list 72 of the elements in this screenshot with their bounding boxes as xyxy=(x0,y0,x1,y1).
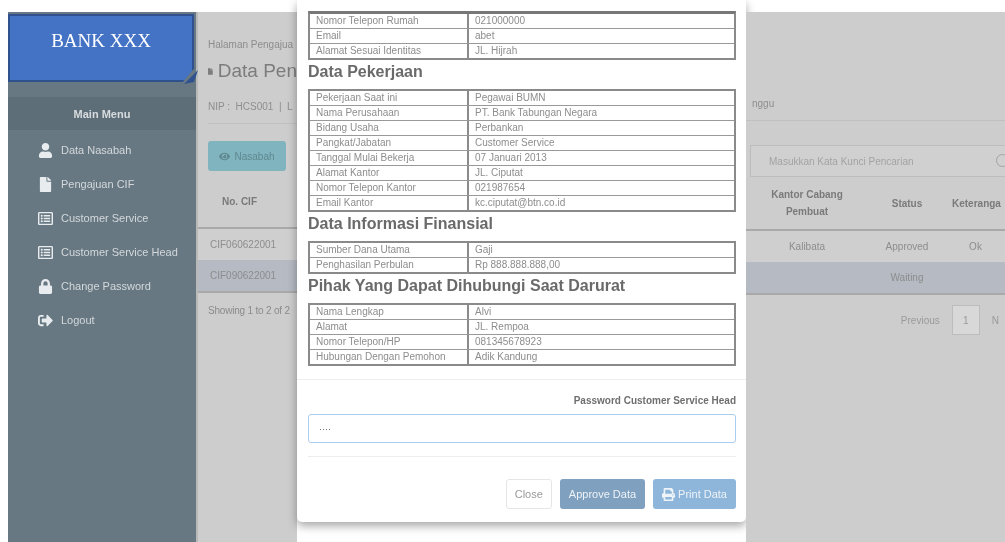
eye-icon xyxy=(219,150,231,162)
table-footer: Showing 1 to 2 of 2 xyxy=(208,305,297,316)
field-label: Password Customer Service Head xyxy=(573,395,736,406)
table-cell: JL. Ciputat xyxy=(467,166,734,180)
sidebar-item[interactable]: Change Password xyxy=(38,276,196,296)
table-cell: 021987654 xyxy=(467,181,734,195)
table-cell-text: Email xyxy=(315,29,342,43)
table-cell-text: Kalibata xyxy=(787,241,827,252)
column-header: Keteranga xyxy=(951,196,1002,211)
breadcrumb: Halaman Pengajua xyxy=(208,39,295,50)
table-cell: 021000000 xyxy=(467,14,734,28)
page-title-text: Data Pen xyxy=(217,60,297,82)
sidebar-item[interactable]: Customer Service xyxy=(38,208,196,228)
list-icon xyxy=(38,210,53,226)
table-cell-text: Nama Lengkap xyxy=(315,305,385,319)
sidebar-title: Main Menu xyxy=(8,97,196,130)
list-icon xyxy=(38,244,53,260)
table-cell-text: Alamat Kantor xyxy=(315,166,381,180)
table-cell: Pegawai BUMN xyxy=(467,91,734,105)
lock-icon xyxy=(38,278,53,294)
table-cell-text: Bidang Usaha xyxy=(315,121,380,135)
table-cell: Customer Service xyxy=(467,136,734,150)
sidebar-item[interactable]: Data Nasabah xyxy=(38,140,196,160)
column-header: No. CIF xyxy=(221,194,258,209)
logout-icon xyxy=(38,312,53,328)
table-cell: Rp 888.888.888,00 xyxy=(467,258,734,272)
table-cell-text: Penghasilan Perbulan xyxy=(315,258,415,272)
approve-button[interactable]: Approve Data xyxy=(559,479,646,509)
printer-icon xyxy=(662,487,676,501)
table-cell-text: Tanggal Mulai Bekerja xyxy=(315,151,416,165)
table-cell: JL. Rempoa xyxy=(467,320,734,334)
bank-logo: BANK XXX xyxy=(8,14,194,82)
user-info: NIP : HCS001 | L xyxy=(208,101,294,112)
table-cell: Gaji xyxy=(467,243,734,257)
sidebar-item[interactable]: Pengajuan CIF xyxy=(38,174,196,194)
section-heading: Data Pekerjaan xyxy=(308,63,424,81)
table-cell-text: Ok xyxy=(968,241,983,252)
column-header: Status xyxy=(890,196,924,211)
close-button[interactable]: Close xyxy=(505,479,552,509)
table-cell: abet xyxy=(467,29,734,43)
section-heading: Pihak Yang Dapat Dihubungi Saat Darurat xyxy=(308,277,627,295)
table-cell: kc.ciputat@btn.co.id xyxy=(467,196,734,210)
password-field[interactable]: ···· xyxy=(308,414,736,443)
section-heading: Data Informasi Finansial xyxy=(308,215,494,233)
person-icon xyxy=(38,142,53,158)
print-button[interactable]: Print Data xyxy=(653,479,736,509)
table-cell: PT. Bank Tabungan Negara xyxy=(467,106,734,120)
table-cell-text: Nomor Telepon Kantor xyxy=(315,181,417,195)
table-cell: Alvi xyxy=(467,305,734,319)
table-cell-text: Sumber Dana Utama xyxy=(315,243,411,257)
table-cell-text: Pangkat/Jabatan xyxy=(315,136,393,150)
column-header: Kantor Cabang Pembuat xyxy=(770,188,844,219)
table-cell-text: Alamat Sesuai Identitas xyxy=(315,44,423,58)
table-cell-text: Nomor Telepon Rumah xyxy=(315,14,420,28)
table-cell: CIF060622001 xyxy=(210,239,277,250)
table-cell-text: Pekerjaan Saat ini xyxy=(315,91,399,105)
table-cell: 081345678923 xyxy=(467,335,734,349)
file-icon xyxy=(38,176,53,192)
table-cell-text: Hubungan Dengan Pemohon xyxy=(315,350,447,364)
sidebar-item[interactable]: Customer Service Head xyxy=(38,242,196,262)
table-cell: Adik Kandung xyxy=(467,350,734,364)
table-cell: Perbankan xyxy=(467,121,734,135)
table-cell-text: Approved xyxy=(884,241,930,252)
page-link[interactable]: 1 xyxy=(951,305,980,335)
user-info: nggu xyxy=(751,98,776,109)
table-cell: 07 Januari 2013 xyxy=(467,151,734,165)
sidebar-item[interactable]: Logout xyxy=(38,310,196,330)
table-cell-text: Email Kantor xyxy=(315,196,375,210)
table-cell: JL. Hijrah xyxy=(467,44,734,58)
table-cell-text: Alamat xyxy=(315,320,349,334)
table-cell-text: Nomor Telepon/HP xyxy=(315,335,402,349)
table-cell-text: Nama Perusahaan xyxy=(315,106,401,120)
